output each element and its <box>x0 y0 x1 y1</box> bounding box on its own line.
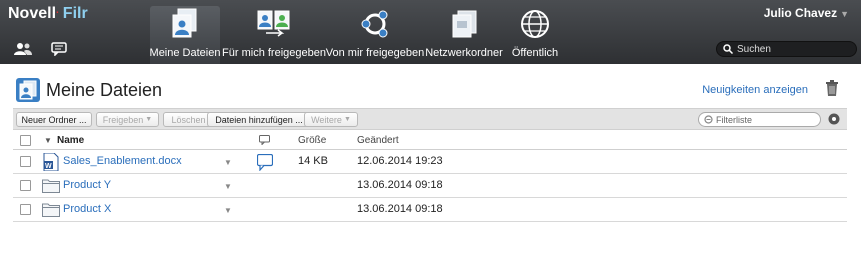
folder-name-link[interactable]: Product X <box>63 203 111 215</box>
table-row[interactable]: W Sales_Enablement.docx ▼ 14 KB 12.06.20… <box>13 150 847 174</box>
file-size: 14 KB <box>298 155 328 167</box>
share-button[interactable]: Freigeben ▼ <box>96 112 159 127</box>
row-checkbox[interactable] <box>20 156 31 167</box>
shared-with-me-icon <box>257 10 290 37</box>
nav-public[interactable]: Öffentlich <box>505 6 565 64</box>
column-size[interactable]: Größe <box>298 135 326 146</box>
row-checkbox[interactable] <box>20 180 31 191</box>
net-folders-icon <box>452 10 477 38</box>
new-folder-button[interactable]: Neuer Ordner ... <box>16 112 92 127</box>
top-navigation-bar: Novell. Filr Meine Dateien Für mich frei… <box>0 0 861 64</box>
nav-label: Netzwerkordner <box>425 47 503 59</box>
my-files-icon <box>16 78 40 102</box>
table-row[interactable]: Product X ▼ 13.06.2014 09:18 <box>13 198 847 222</box>
folder-icon <box>42 179 60 193</box>
column-name[interactable]: Name <box>57 135 84 146</box>
comment-column-icon <box>259 135 270 145</box>
row-menu-chevron-icon[interactable]: ▼ <box>224 206 232 215</box>
people-icon[interactable] <box>14 42 32 56</box>
my-files-icon <box>172 8 197 38</box>
product-name: Filr <box>62 5 88 22</box>
sort-descending-icon[interactable]: ▼ <box>44 136 52 145</box>
file-name-link[interactable]: Sales_Enablement.docx <box>63 155 182 167</box>
nav-label: Für mich freigegeben <box>222 47 326 59</box>
nav-shared-by-me[interactable]: Von mir freigegeben <box>326 6 424 64</box>
table-header: ▼ Name Größe Geändert <box>13 131 847 150</box>
share-button-label: Freigeben <box>102 114 144 125</box>
folder-modified: 13.06.2014 09:18 <box>357 179 443 191</box>
row-checkbox[interactable] <box>20 204 31 215</box>
shared-by-me-icon <box>361 10 388 38</box>
row-menu-chevron-icon[interactable]: ▼ <box>224 182 232 191</box>
more-button-label: Weitere <box>311 114 342 125</box>
chevron-down-icon: ▼ <box>840 9 849 19</box>
comment-bubble-icon[interactable] <box>257 154 273 171</box>
trash-icon[interactable] <box>825 80 839 96</box>
chevron-down-icon: ▼ <box>145 116 153 123</box>
nav-shared-with-me[interactable]: Für mich freigegeben <box>222 6 326 64</box>
svg-text:W: W <box>45 163 52 170</box>
gear-icon[interactable] <box>828 113 840 125</box>
chevron-down-icon: ▼ <box>343 116 351 123</box>
folder-name-link[interactable]: Product Y <box>63 179 111 191</box>
more-button[interactable]: Weitere ▼ <box>304 112 358 127</box>
page-title: Meine Dateien <box>46 79 163 100</box>
table-row[interactable]: Product Y ▼ 13.06.2014 09:18 <box>13 174 847 198</box>
file-modified: 12.06.2014 19:23 <box>357 155 443 167</box>
select-all-checkbox[interactable] <box>20 135 31 146</box>
word-document-icon: W <box>43 153 59 171</box>
nav-label: Öffentlich <box>511 47 559 59</box>
folder-icon <box>42 203 60 217</box>
filter-input[interactable] <box>716 114 816 125</box>
page-header: Meine Dateien <box>16 78 162 102</box>
folder-modified: 13.06.2014 09:18 <box>357 203 443 215</box>
brand-name: Novell <box>8 5 57 22</box>
whats-new-link[interactable]: Neuigkeiten anzeigen <box>702 84 808 96</box>
user-name: Julio Chavez <box>763 6 838 20</box>
search-input[interactable] <box>737 43 847 55</box>
nav-my-files[interactable]: Meine Dateien <box>150 6 220 64</box>
search-box[interactable] <box>716 41 857 57</box>
nav-net-folders[interactable]: Netzwerkordner <box>425 6 503 64</box>
app-logo: Novell. Filr <box>8 5 88 22</box>
filter-box[interactable] <box>698 112 821 127</box>
add-files-button[interactable]: Dateien hinzufügen ... <box>207 112 311 127</box>
nav-label: Von mir freigegeben <box>325 47 425 59</box>
user-menu[interactable]: Julio Chavez ▼ <box>764 6 849 20</box>
nav-label: Meine Dateien <box>149 47 221 59</box>
comments-icon[interactable] <box>51 42 69 56</box>
public-globe-icon <box>521 10 549 38</box>
column-modified[interactable]: Geändert <box>357 135 399 146</box>
filter-icon <box>704 115 713 124</box>
row-menu-chevron-icon[interactable]: ▼ <box>224 158 232 167</box>
search-icon[interactable] <box>723 44 733 54</box>
